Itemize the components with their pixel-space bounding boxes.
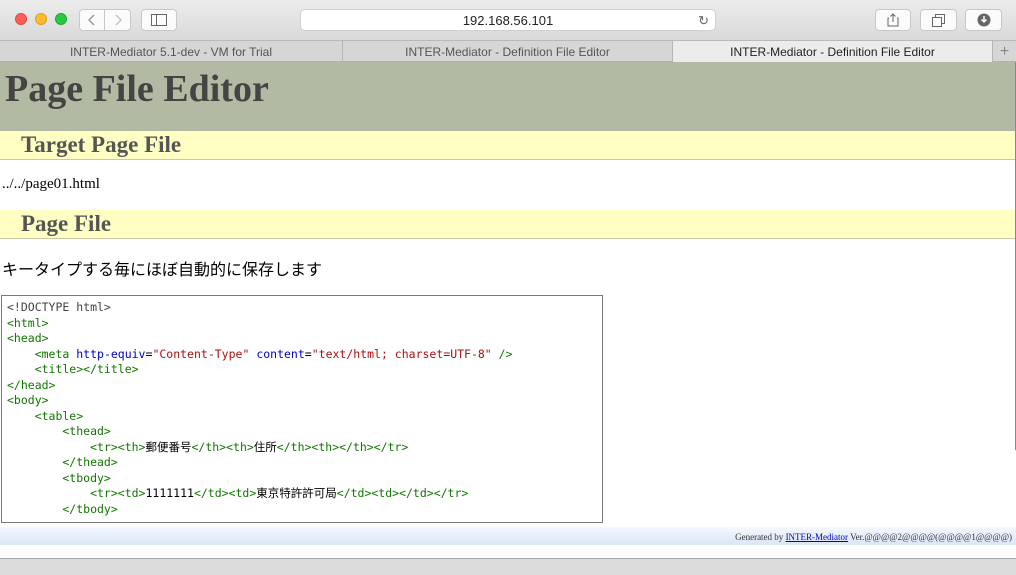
code-token: </head> — [7, 377, 56, 392]
code-token: 1111111 — [145, 486, 194, 500]
tab-label: INTER-Mediator - Definition File Editor — [405, 44, 610, 59]
show-tabs-button[interactable] — [920, 9, 957, 31]
new-tab-button[interactable]: + — [993, 41, 1016, 62]
code-line: <table> — [7, 409, 83, 424]
code-line: </tbody> — [7, 501, 118, 517]
code-token: content — [256, 346, 305, 361]
chevron-right-icon — [114, 14, 122, 26]
footer: Generated by INTER-Mediator Ver.@@@@2@@@… — [0, 527, 1016, 545]
address-bar[interactable]: 192.168.56.101 ↻ — [300, 9, 716, 31]
code-token: <tbody> — [7, 470, 111, 485]
forward-button[interactable] — [104, 9, 131, 31]
code-token: http-equiv — [76, 346, 146, 361]
share-icon — [887, 13, 899, 27]
code-token: <table> — [7, 408, 84, 423]
inter-mediator-link[interactable]: INTER-Mediator — [786, 532, 848, 542]
footer-prefix: Generated by — [735, 532, 786, 542]
code-token: 住所 — [253, 439, 277, 454]
file-section-title: Page File — [21, 211, 112, 236]
code-token: </thead> — [7, 455, 118, 469]
status-bar — [0, 558, 1016, 575]
code-token: <tr><th> — [7, 439, 146, 454]
code-line: <thead> — [7, 424, 111, 439]
sidebar-button[interactable] — [141, 9, 177, 31]
autosave-note: キータイプする毎にほぼ自動的に保存します — [2, 262, 323, 279]
sidebar-icon — [151, 14, 167, 26]
footer-text: Generated by INTER-Mediator Ver.@@@@2@@@… — [735, 532, 1012, 542]
browser-window: 192.168.56.101 ↻ INTER-Mediator 5.1-dev … — [0, 0, 1016, 575]
maximize-window-button[interactable] — [55, 13, 67, 25]
plus-icon: + — [999, 42, 1010, 60]
page-content: Page File Editor Target Page File ../../… — [0, 62, 1016, 558]
download-icon — [977, 13, 990, 27]
code-editor[interactable]: <!DOCTYPE html> <html> <head> <meta http-e… — [1, 295, 603, 523]
tab-label: INTER-Mediator 5.1-dev - VM for Trial — [69, 44, 273, 59]
tab-bar: INTER-Mediator 5.1-dev - VM for Trial IN… — [0, 40, 1016, 62]
browser-toolbar: 192.168.56.101 ↻ — [0, 0, 1016, 40]
code-line: <title></title> — [7, 362, 139, 377]
code-token: "Content-Type" — [152, 346, 250, 361]
code-token: <body> — [7, 393, 49, 407]
tab-label: INTER-Mediator - Definition File Editor — [730, 44, 935, 59]
close-window-button[interactable] — [15, 13, 27, 25]
target-section-header: Target Page File — [0, 131, 1016, 160]
code-token: <head> — [7, 331, 49, 345]
code-token: </td><td></td></tr> — [336, 486, 469, 500]
code-token: </tbody> — [7, 501, 118, 516]
url-text: 192.168.56.101 — [462, 12, 554, 28]
footer-version: Ver.@@@@2@@@@(@@@@1@@@@) — [848, 532, 1012, 542]
code-token: 東京特許許可局 — [256, 486, 337, 500]
code-line: <html> — [7, 316, 49, 331]
target-path: ../../page01.html — [2, 176, 100, 192]
code-line: <tr><th>郵便番号</th><th>住所</th><th></th></t… — [7, 440, 408, 455]
code-line: <tbody> — [7, 470, 111, 486]
tab-definition-editor-active[interactable]: INTER-Mediator - Definition File Editor — [673, 41, 993, 62]
code-token: </th><th></th></tr> — [276, 439, 409, 454]
code-line: <meta http-equiv="Content-Type" content=… — [7, 347, 513, 362]
share-button[interactable] — [875, 9, 911, 31]
downloads-button[interactable] — [965, 9, 1002, 31]
code-line: <tr><td>1111111</td><td>東京特許許可局</td><td>… — [7, 486, 468, 501]
code-token: = — [304, 346, 312, 361]
code-token: <!DOCTYPE html> — [7, 300, 111, 314]
code-token: <html> — [7, 315, 49, 330]
tab-definition-editor[interactable]: INTER-Mediator - Definition File Editor — [343, 41, 673, 62]
code-line: <head> — [7, 331, 49, 346]
code-token: <tr><td> — [7, 486, 146, 500]
chevron-left-icon — [88, 14, 95, 26]
code-token: 郵便番号 — [145, 439, 192, 454]
page-header: Page File Editor — [0, 62, 1016, 131]
code-line: </thead> — [7, 455, 118, 470]
code-token: <thead> — [7, 424, 111, 438]
page-title: Page File Editor — [5, 68, 269, 110]
tabs-overview-icon — [932, 13, 945, 27]
tab-vm-trial[interactable]: INTER-Mediator 5.1-dev - VM for Trial — [0, 41, 343, 62]
code-token: <title></title> — [7, 362, 139, 376]
code-token: <meta — [7, 346, 77, 361]
code-line: <body> — [7, 393, 49, 408]
code-line: </head> — [7, 378, 55, 393]
code-token: </td><td> — [193, 486, 257, 500]
reload-icon[interactable]: ↻ — [698, 13, 709, 29]
code-token: </th><th> — [191, 439, 254, 454]
back-button[interactable] — [79, 9, 105, 31]
code-token: "text/html; charset=UTF-8" — [311, 346, 492, 361]
minimize-window-button[interactable] — [35, 13, 47, 25]
code-line: <!DOCTYPE html> — [7, 300, 111, 315]
code-token: /> — [491, 346, 513, 361]
file-section-header: Page File — [0, 210, 1016, 239]
target-section-title: Target Page File — [21, 132, 182, 157]
